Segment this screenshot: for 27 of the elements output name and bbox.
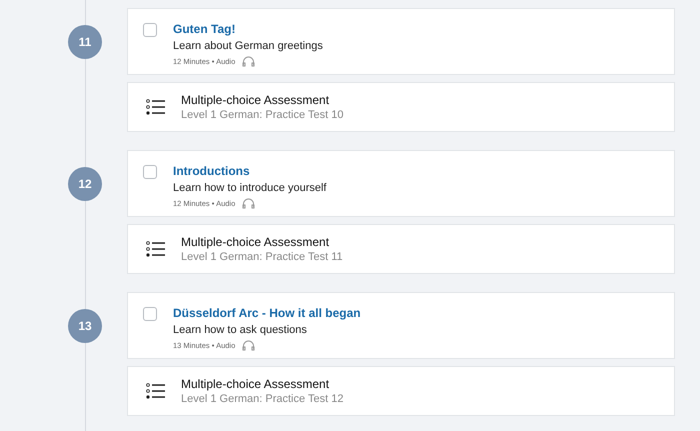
assessment-card[interactable]: Multiple-choice Assessment Level 1 German: Practice Test 11: [127, 224, 675, 274]
assessment-card[interactable]: Multiple-choice Assessment Level 1 German: Practice Test 10: [127, 82, 675, 132]
list-icon: [146, 99, 165, 115]
checkbox[interactable]: [143, 23, 157, 37]
assessment-card[interactable]: Multiple-choice Assessment Level 1 German: Practice Test 12: [127, 366, 675, 416]
headphones-icon: [242, 198, 256, 210]
headphones-icon: [242, 56, 256, 68]
step-number-badge: 12: [68, 167, 102, 201]
headphones-icon: [242, 340, 256, 352]
step-number-badge: 13: [68, 309, 102, 343]
checkbox[interactable]: [143, 165, 157, 179]
lesson-title[interactable]: Düsseldorf Arc - How it all began: [173, 306, 361, 321]
assessment-title[interactable]: Multiple-choice Assessment: [181, 234, 343, 250]
lesson-title[interactable]: Introductions: [173, 164, 326, 179]
step-number-badge: 11: [68, 25, 102, 59]
lesson-description: Learn how to introduce yourself: [173, 181, 326, 195]
lesson-title[interactable]: Guten Tag!: [173, 22, 323, 37]
lesson-description: Learn how to ask questions: [173, 323, 308, 337]
assessment-title[interactable]: Multiple-choice Assessment: [181, 376, 344, 392]
list-icon: [146, 241, 165, 257]
assessment-subtitle: Level 1 German: Practice Test 11: [181, 250, 343, 264]
assessment-subtitle: Level 1 German: Practice Test 12: [181, 392, 344, 406]
assessment-subtitle: Level 1 German: Practice Test 10: [181, 108, 344, 122]
list-icon: [146, 383, 165, 399]
assessment-title[interactable]: Multiple-choice Assessment: [181, 92, 344, 108]
lesson-description: Learn about German greetings: [173, 39, 323, 53]
checkbox[interactable]: [143, 307, 157, 321]
